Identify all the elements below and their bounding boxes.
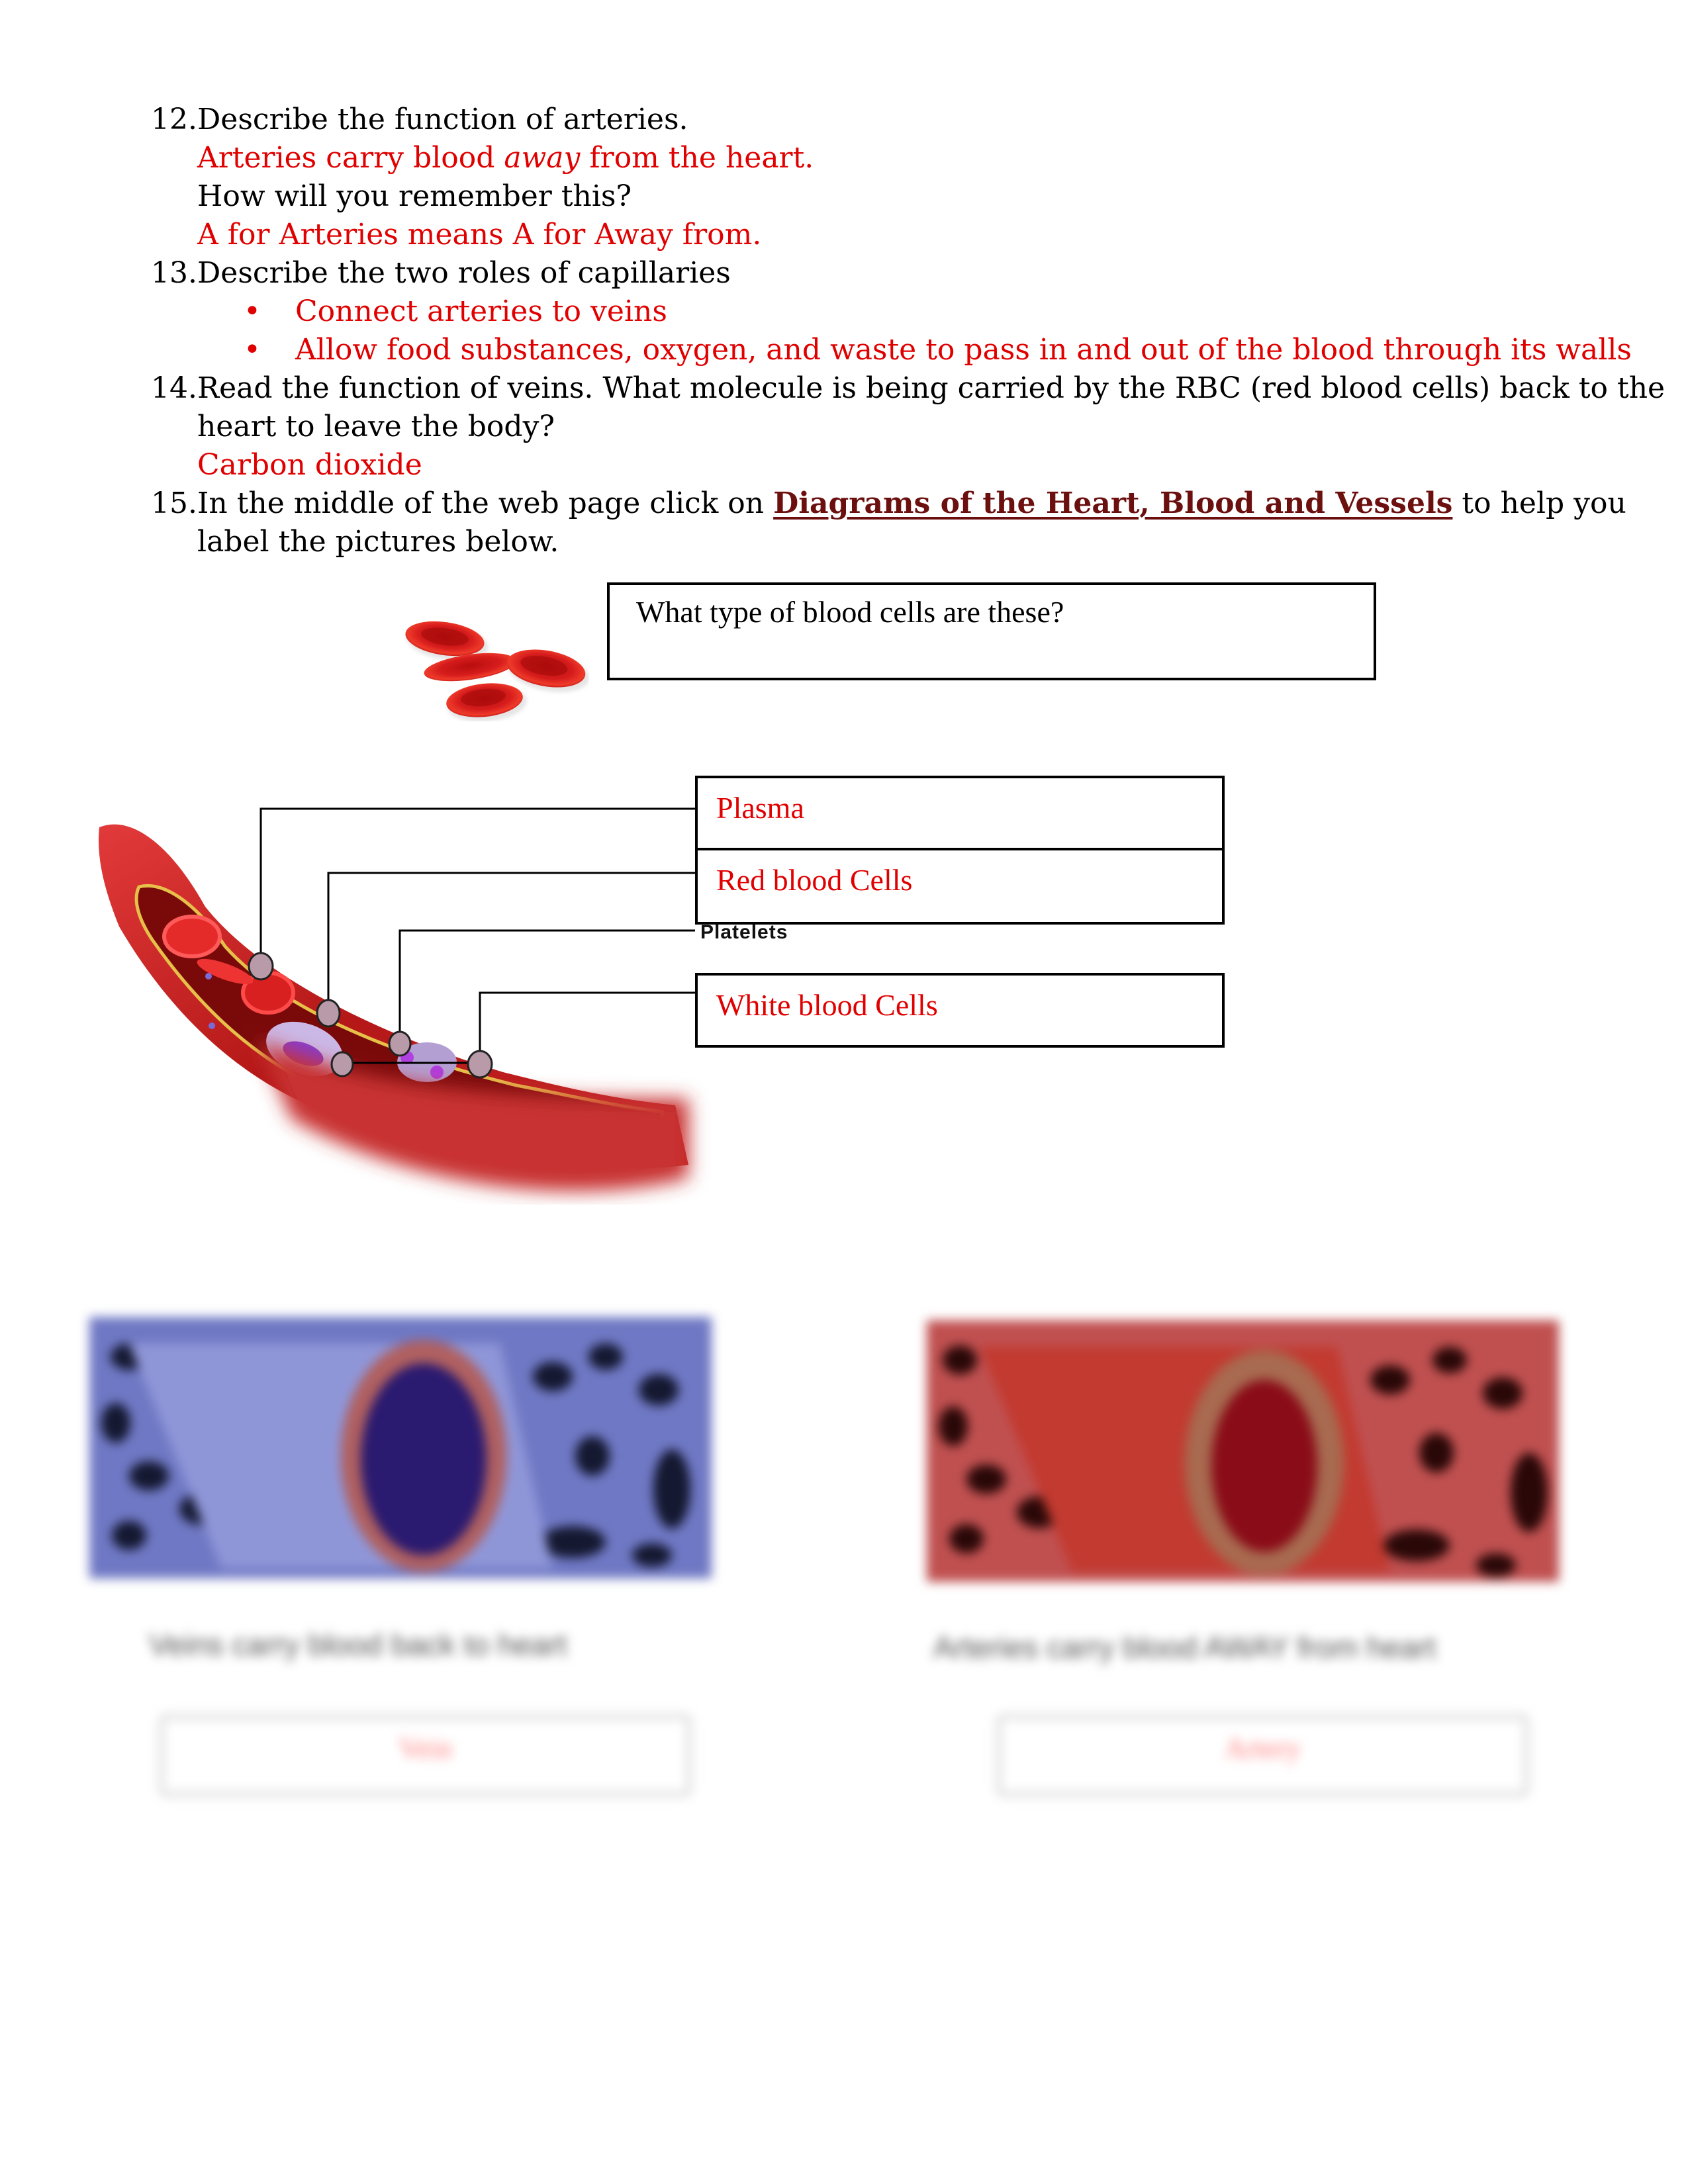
q13-bullet-1: Connect arteries to veins — [295, 295, 667, 328]
bullet-icon: • — [244, 333, 261, 367]
q14-question-line1: Read the function of veins. What molecul… — [197, 371, 1665, 405]
q14-answer: Carbon dioxide — [197, 448, 422, 482]
vein-answer-box: Vein — [159, 1714, 692, 1797]
q12-question: Describe the function of arteries. — [197, 103, 688, 136]
rbc-marker — [316, 999, 341, 1028]
blood-cell-question: What type of blood cells are these? — [636, 595, 1064, 629]
artery-answer-box: Artery — [996, 1714, 1529, 1797]
q12-answer-post: from the heart. — [580, 141, 814, 175]
q12-number: 12. — [151, 103, 197, 136]
blood-vessel-diagram — [99, 807, 695, 1191]
q13-question: Describe the two roles of capillaries — [197, 256, 731, 290]
q15-question: In the middle of the web page click on D… — [197, 484, 1626, 523]
rbc-in-vessel — [162, 915, 222, 958]
vein-lumen — [361, 1363, 487, 1555]
wbc-label-box: White blood Cells — [695, 973, 1225, 1048]
vein-answer: Vein — [399, 1732, 452, 1764]
artery-answer: Artery — [1225, 1732, 1301, 1764]
wbc-marker-right — [467, 1050, 493, 1079]
plasma-label: Plasma — [716, 791, 804, 825]
blood-cell-question-box: What type of blood cells are these? — [607, 582, 1376, 680]
plasma-marker — [248, 952, 274, 981]
vein-caption: Veins carry blood back to heart — [149, 1627, 567, 1662]
rbc-label: Red blood Cells — [716, 863, 913, 897]
q12-answer: Arteries carry blood away from the heart… — [197, 139, 814, 177]
artery-lumen — [1211, 1380, 1317, 1552]
q13-number: 13. — [151, 256, 197, 290]
q15-question-line2: label the pictures below. — [197, 525, 559, 559]
platelet — [209, 1023, 215, 1029]
q12-followup: How will you remember this? — [197, 179, 632, 213]
q12-answer-emphasis: away — [504, 141, 581, 175]
red-blood-cells-image — [405, 621, 589, 721]
q12-followup-answer: A for Arteries means A for Away from. — [197, 218, 762, 251]
rbc-cell — [446, 683, 527, 721]
wbc-label: White blood Cells — [716, 988, 938, 1022]
bullet-icon: • — [244, 295, 261, 328]
q12-answer-pre: Arteries carry blood — [197, 141, 504, 175]
q15-number: 15. — [151, 486, 197, 520]
platelets-label: Platelets — [700, 921, 788, 943]
platelet — [205, 973, 212, 979]
platelet-marker — [388, 1030, 412, 1057]
plasma-label-box: Plasma — [695, 776, 1225, 850]
q15-text-post: to help you — [1452, 486, 1626, 520]
artery-caption: Arteries carry blood AWAY from heart — [933, 1630, 1436, 1664]
q15-text-pre: In the middle of the web page click on — [197, 486, 774, 520]
rbc-label-box: Red blood Cells — [695, 848, 1225, 925]
q13-bullet-2: Allow food substances, oxygen, and waste… — [295, 333, 1632, 367]
wbc-marker-left — [330, 1051, 354, 1077]
q14-question-line2: heart to leave the body? — [197, 410, 555, 443]
vein-image — [89, 1317, 712, 1578]
q14-number: 14. — [151, 371, 197, 405]
artery-image — [927, 1320, 1559, 1582]
diagrams-link[interactable]: Diagrams of the Heart, Blood and Vessels — [773, 486, 1452, 520]
